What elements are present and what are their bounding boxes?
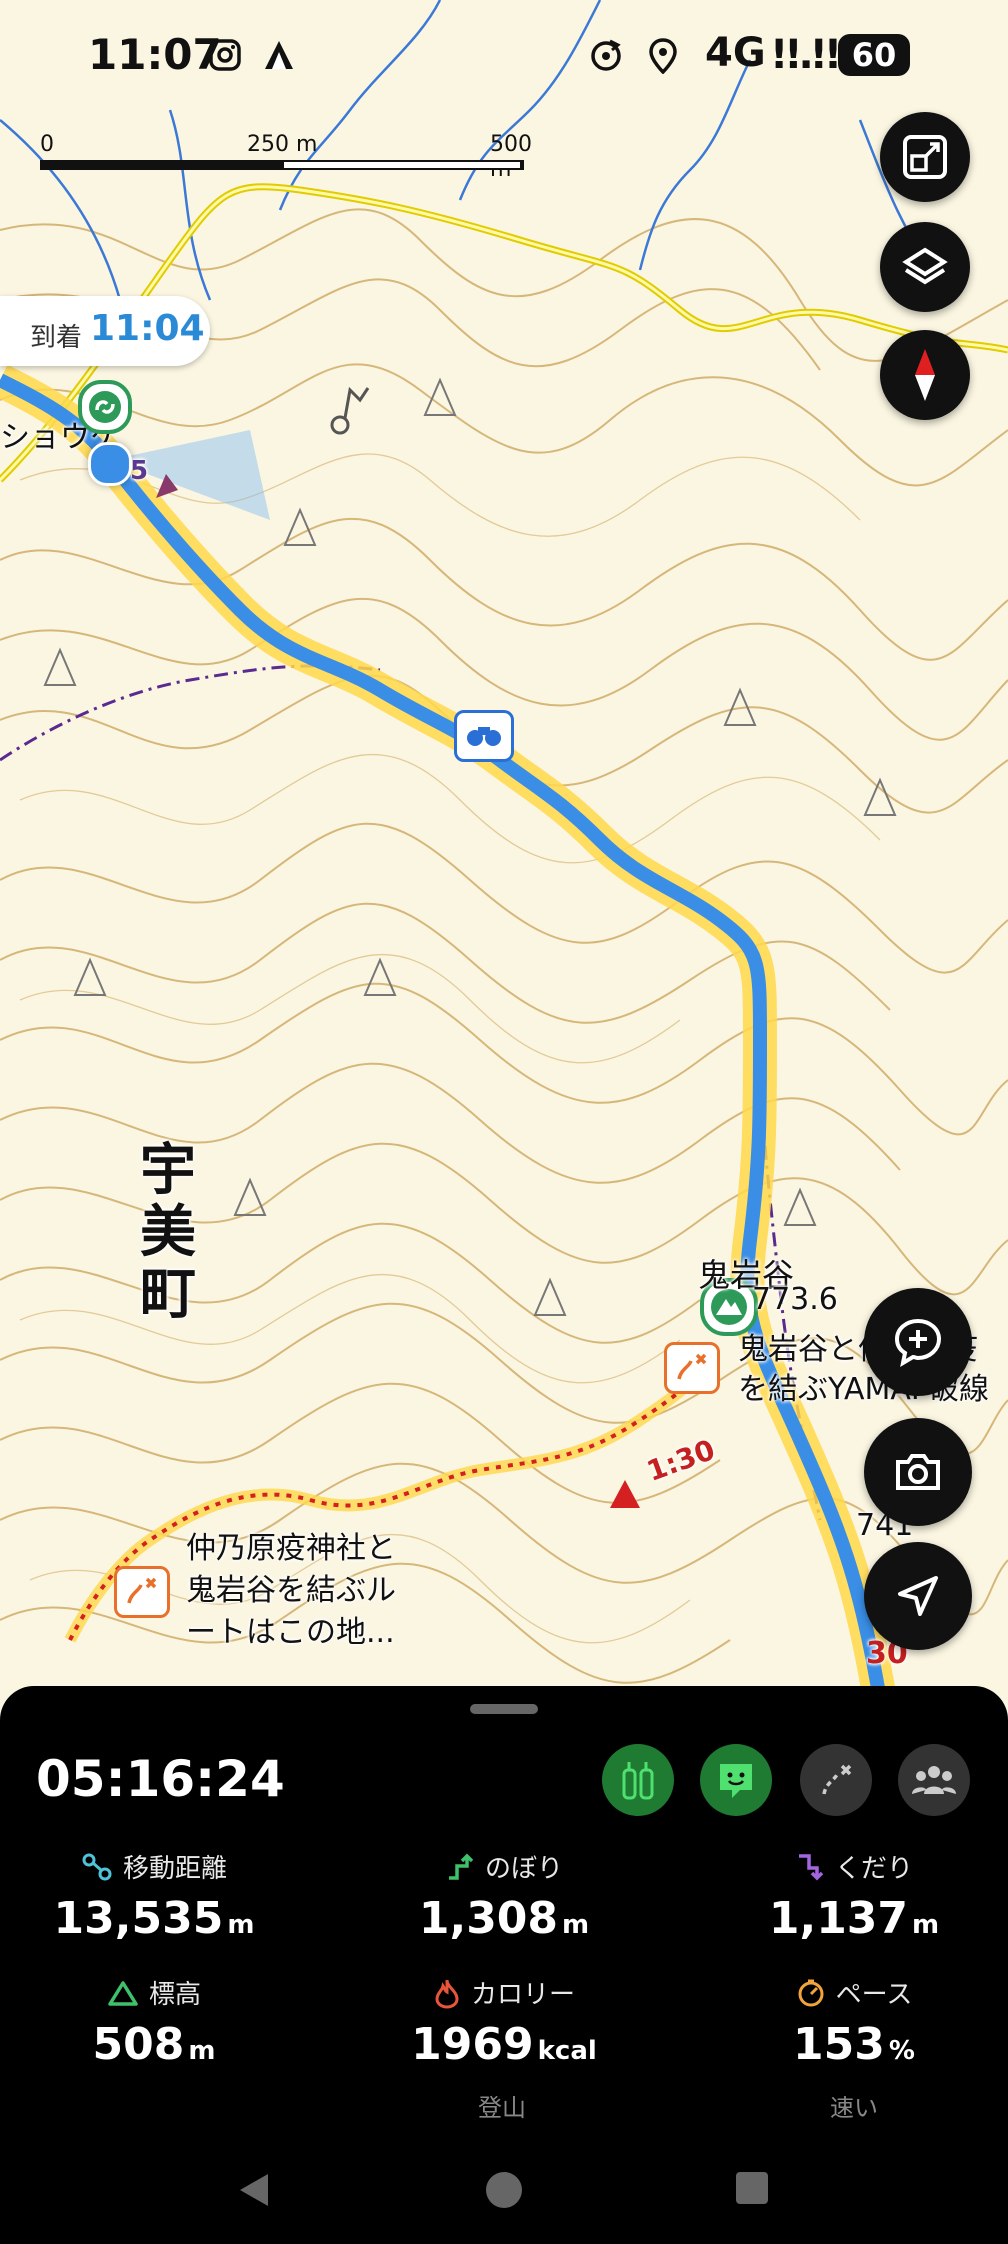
viewpoint-icon[interactable] [454,710,514,762]
add-memo-button[interactable] [864,1288,972,1396]
compass-button[interactable] [880,330,970,420]
descent-icon [798,1853,824,1880]
rotation-icon [588,38,624,78]
route-off-icon [822,1764,852,1795]
pace-icon [798,1979,824,2006]
current-location-button[interactable] [864,1542,972,1650]
route-note-left[interactable]: 仲乃原疫神社と 鬼岩谷を結ぶル ートはこの地... [186,1528,396,1654]
current-position-marker [88,442,132,486]
location-icon [648,38,678,78]
distance-unit: m [227,1910,255,1940]
signal-icon: !!.!! [770,32,842,78]
descent-label: くだり [834,1854,913,1884]
navigation-arrow-icon [898,1576,938,1616]
altitude-label: 標高 [148,1980,201,2010]
panel-drag-handle[interactable] [470,1704,538,1714]
calorie-unit: kcal [537,2036,597,2066]
altitude-unit: m [188,2036,216,2066]
arrival-label: 到着 [30,323,83,353]
ascent-unit: m [562,1910,590,1940]
memo-button[interactable] [700,1744,772,1816]
map-style-toggle-button[interactable] [880,112,970,202]
pace-label: ペース [835,1980,913,2010]
gear-check-icon [622,1762,654,1800]
elapsed-time: 05:16:24 [36,1750,285,1808]
descent-unit: m [912,1910,940,1940]
stat-pace: ペース 153% [704,1974,1004,2070]
battery-indicator: 60 [838,34,910,76]
activity-panel[interactable]: 05:16:24 移動距離 13,535 m のぼり 1,308 m くだり 1,1… [0,1686,1008,2244]
recents-button[interactable] [734,2170,770,2210]
compass-icon [915,349,935,401]
stat-descent: くだり 1,137 m [704,1848,1004,1944]
calorie-label: カロリー [470,1980,575,2010]
instagram-icon [208,38,242,76]
scale-label-zero: 0 [40,132,54,157]
app-notification-icon [262,38,296,76]
arrival-time-badge[interactable]: 到着 11:04 [0,296,210,366]
arrival-time: 11:04 [90,308,205,349]
route-number: 5 [130,456,149,486]
status-time: 11:07 [88,30,222,79]
scale-label-mid: 250 m [247,132,318,157]
back-button[interactable] [236,2170,272,2214]
layers-icon [902,247,948,285]
route-warning-icon[interactable] [664,1342,720,1394]
stat-calorie: カロリー 1969 kcal [354,1974,654,2070]
scale-label-end: 500 m [490,132,532,182]
back-icon [240,2174,268,2206]
ascent-icon [448,1853,474,1880]
stat-ascent: のぼり 1,308 m [354,1848,654,1944]
camera-icon [896,1454,940,1490]
expand-icon [903,135,947,179]
home-icon [486,2172,522,2208]
layers-button[interactable] [880,222,970,312]
home-button[interactable] [484,2170,524,2214]
stat-altitude: 標高 508 m [4,1974,304,2070]
memo-face-icon [720,1764,752,1798]
calorie-value: 1969 [411,2019,534,2070]
altitude-value: 508 [92,2019,185,2070]
start-goal-marker[interactable] [78,380,132,434]
map-canvas[interactable] [0,0,1008,1700]
gear-check-button[interactable] [602,1744,674,1816]
calorie-activity-type: 登山 [478,2094,526,2122]
group-button[interactable] [898,1744,970,1816]
stat-distance: 移動距離 13,535 m [4,1848,304,1944]
distance-value: 13,535 [53,1893,224,1944]
altitude-icon [108,1980,138,2006]
ascent-value: 1,308 [418,1893,559,1944]
peak-elevation: 773.6 [752,1282,838,1317]
route-warning-icon-2[interactable] [114,1566,170,1618]
distance-icon [82,1853,112,1880]
ascent-label: のぼり [484,1854,563,1884]
distance-label: 移動距離 [122,1854,227,1884]
descent-value: 1,137 [768,1893,909,1944]
recents-icon [736,2172,768,2204]
camera-button[interactable] [864,1418,972,1526]
pace-unit: % [888,2036,915,2066]
pace-value: 153 [793,2019,885,2070]
route-off-button[interactable] [800,1744,872,1816]
topographic-map[interactable]: 11:07 4G !!.!! 60 0 250 m 500 m 到着 11:04… [0,0,1008,1700]
town-name: 宇美町 [140,1138,196,1327]
status-bar: 11:07 4G !!.!! 60 [0,0,1008,110]
scale-bar [40,160,524,170]
group-icon [912,1766,956,1794]
calorie-icon [435,1979,459,2009]
waypoint-flag-icon [156,474,178,498]
add-memo-icon [894,1318,942,1368]
network-type: 4G [705,30,766,76]
pace-rating: 速い [830,2094,878,2122]
